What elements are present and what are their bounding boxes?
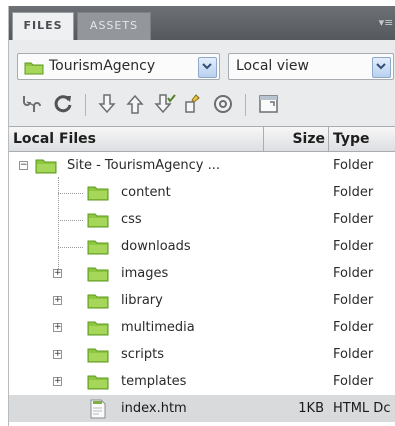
- folder-icon: [87, 321, 109, 336]
- tree-row-type: Folder: [333, 158, 374, 173]
- tree-row-type: Folder: [333, 320, 374, 335]
- synchronize-icon[interactable]: [211, 92, 235, 116]
- folder-icon: [35, 159, 57, 174]
- collapse-icon[interactable]: −: [19, 161, 28, 170]
- folder-icon: [87, 375, 109, 390]
- tree-row-label: templates: [121, 374, 187, 389]
- tree-row-type: Folder: [333, 347, 374, 362]
- tree-row-folder[interactable]: + images Folder: [9, 260, 395, 287]
- tree-row-site-root[interactable]: − Site - TourismAgency ... Folder: [9, 152, 395, 179]
- panel-menu-icon[interactable]: ▾≡: [378, 15, 394, 31]
- put-files-icon[interactable]: [123, 92, 147, 116]
- folder-icon: [87, 294, 109, 309]
- tree-row-label: images: [121, 266, 169, 281]
- check-in-icon[interactable]: [181, 92, 205, 116]
- tree-row-label: css: [121, 212, 142, 227]
- folder-icon: [87, 213, 109, 228]
- tree-row-type: Folder: [333, 212, 374, 227]
- folder-icon: [87, 267, 109, 282]
- get-files-icon[interactable]: [95, 92, 119, 116]
- tree-row-type: Folder: [333, 266, 374, 281]
- tree-row-folder[interactable]: + templates Folder: [9, 368, 395, 395]
- tree-row-folder[interactable]: content Folder: [9, 179, 395, 206]
- folder-icon: [87, 186, 109, 201]
- tree-row-type: Folder: [333, 293, 374, 308]
- expand-icon[interactable]: +: [53, 350, 62, 359]
- panel-tab-bar: FILES ASSETS ▾≡: [9, 6, 395, 40]
- folder-icon: [87, 348, 109, 363]
- tree-row-label: downloads: [121, 239, 191, 254]
- tree-row-type: HTML Dc: [333, 401, 391, 416]
- tree-row-type: Folder: [333, 239, 374, 254]
- tree-row-type: Folder: [333, 185, 374, 200]
- tree-row-label: content: [121, 185, 171, 200]
- site-select-value: TourismAgency: [49, 58, 156, 74]
- tab-files[interactable]: FILES: [12, 12, 74, 40]
- refresh-icon[interactable]: [51, 92, 75, 116]
- file-list: − Site - TourismAgency ... Folder conten…: [9, 152, 395, 426]
- tree-row-label: Site - TourismAgency ...: [67, 158, 220, 173]
- tree-row-label: index.htm: [121, 401, 187, 416]
- expand-panel-icon[interactable]: [257, 92, 281, 116]
- tree-row-type: Folder: [333, 374, 374, 389]
- column-header-type[interactable]: Type: [329, 127, 395, 151]
- view-select[interactable]: Local view: [228, 53, 394, 80]
- column-header-size[interactable]: Size: [264, 127, 329, 151]
- folder-icon: [87, 240, 109, 255]
- tree-row-label: library: [121, 293, 163, 308]
- tree-row-label: multimedia: [121, 320, 195, 335]
- tree-row-label: scripts: [121, 347, 164, 362]
- expand-icon[interactable]: +: [53, 269, 62, 278]
- site-select[interactable]: TourismAgency: [17, 53, 220, 80]
- expand-icon[interactable]: +: [53, 296, 62, 305]
- tab-assets[interactable]: ASSETS: [77, 12, 151, 40]
- view-select-value: Local view: [236, 58, 309, 74]
- expand-icon[interactable]: +: [53, 323, 62, 332]
- check-out-icon[interactable]: [153, 92, 177, 116]
- tree-row-folder[interactable]: downloads Folder: [9, 233, 395, 260]
- file-list-header: Local Files Size Type: [9, 126, 395, 152]
- column-header-local-files[interactable]: Local Files: [9, 127, 264, 151]
- tree-row-folder[interactable]: css Folder: [9, 206, 395, 233]
- site-folder-icon: [24, 62, 44, 75]
- chevron-down-icon[interactable]: [198, 57, 217, 78]
- html-file-icon: [90, 399, 106, 419]
- files-panel: FILES ASSETS ▾≡ TourismAgency Local view: [8, 6, 395, 426]
- tree-row-file-selected[interactable]: index.htm 1KB HTML Dc: [9, 395, 395, 422]
- files-toolbar: [9, 86, 395, 122]
- tree-row-size: 1KB: [298, 401, 324, 416]
- connect-icon[interactable]: [19, 92, 43, 116]
- chevron-down-icon[interactable]: [372, 57, 391, 78]
- tree-row-folder[interactable]: + multimedia Folder: [9, 314, 395, 341]
- expand-icon[interactable]: +: [53, 377, 62, 386]
- tree-row-folder[interactable]: + scripts Folder: [9, 341, 395, 368]
- tree-row-folder[interactable]: + library Folder: [9, 287, 395, 314]
